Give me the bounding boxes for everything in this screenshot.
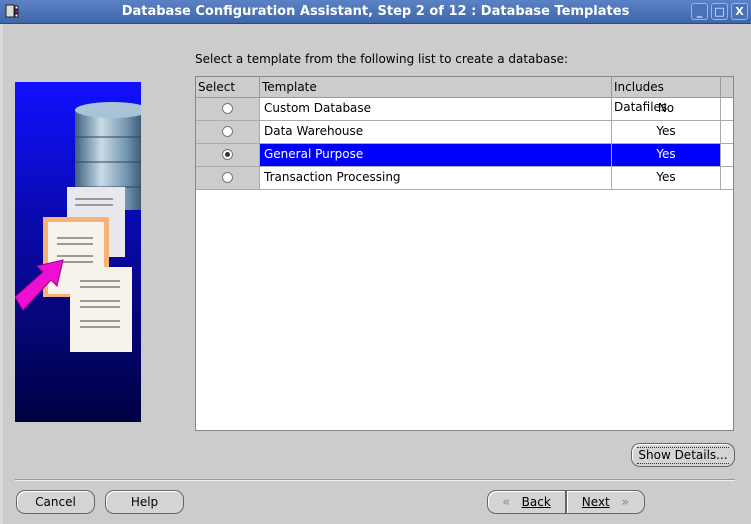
- column-header-filler: [721, 77, 733, 97]
- maximize-icon: □: [714, 5, 725, 18]
- table-row[interactable]: Custom Database No: [196, 98, 733, 121]
- template-radio[interactable]: [222, 172, 233, 183]
- column-header-includes-datafiles[interactable]: Includes Datafiles: [612, 77, 721, 114]
- includes-datafiles: Yes: [612, 121, 721, 143]
- minimize-icon: _: [696, 5, 703, 18]
- window-title: Database Configuration Assistant, Step 2…: [121, 4, 630, 19]
- template-name[interactable]: Custom Database: [260, 98, 612, 120]
- title-bar: Database Configuration Assistant, Step 2…: [0, 0, 751, 24]
- template-radio[interactable]: [222, 126, 233, 137]
- template-radio[interactable]: [222, 149, 233, 160]
- arrow-icon: [15, 259, 64, 311]
- select-cell[interactable]: [196, 144, 260, 166]
- back-label: Back: [521, 495, 551, 509]
- template-name[interactable]: Data Warehouse: [260, 121, 612, 143]
- close-icon: X: [735, 5, 744, 18]
- select-cell[interactable]: [196, 167, 260, 189]
- templates-table: Select Template Includes Datafiles Custo…: [195, 76, 734, 431]
- includes-datafiles: No: [612, 98, 721, 120]
- maximize-button[interactable]: □: [711, 3, 728, 20]
- includes-datafiles: Yes: [612, 144, 721, 166]
- database-documents-illustration: [15, 102, 141, 352]
- cancel-button[interactable]: Cancel: [16, 490, 95, 514]
- table-row[interactable]: Transaction Processing Yes: [196, 167, 733, 190]
- template-name[interactable]: General Purpose: [260, 144, 612, 166]
- table-header: Select Template Includes Datafiles: [196, 77, 733, 114]
- next-button[interactable]: Next »: [566, 490, 645, 514]
- close-button[interactable]: X: [731, 3, 748, 20]
- separator: [15, 479, 735, 481]
- wizard-banner-image: [15, 82, 141, 422]
- column-header-select[interactable]: Select: [196, 77, 260, 97]
- minimize-button[interactable]: _: [691, 3, 708, 20]
- select-cell[interactable]: [196, 121, 260, 143]
- help-button[interactable]: Help: [105, 490, 184, 514]
- next-label: Next: [581, 495, 610, 509]
- chevron-left-icon: «: [502, 495, 511, 510]
- select-cell[interactable]: [196, 98, 260, 120]
- show-details-button[interactable]: Show Details...: [631, 443, 735, 467]
- instructions-label: Select a template from the following lis…: [195, 52, 569, 66]
- table-row[interactable]: Data Warehouse Yes: [196, 121, 733, 144]
- includes-datafiles: Yes: [612, 167, 721, 189]
- template-radio[interactable]: [222, 103, 233, 114]
- chevron-right-icon: »: [621, 495, 630, 510]
- template-name[interactable]: Transaction Processing: [260, 167, 612, 189]
- table-row[interactable]: General Purpose Yes: [196, 144, 733, 167]
- back-button[interactable]: « Back: [487, 490, 566, 514]
- column-header-template[interactable]: Template: [260, 77, 612, 97]
